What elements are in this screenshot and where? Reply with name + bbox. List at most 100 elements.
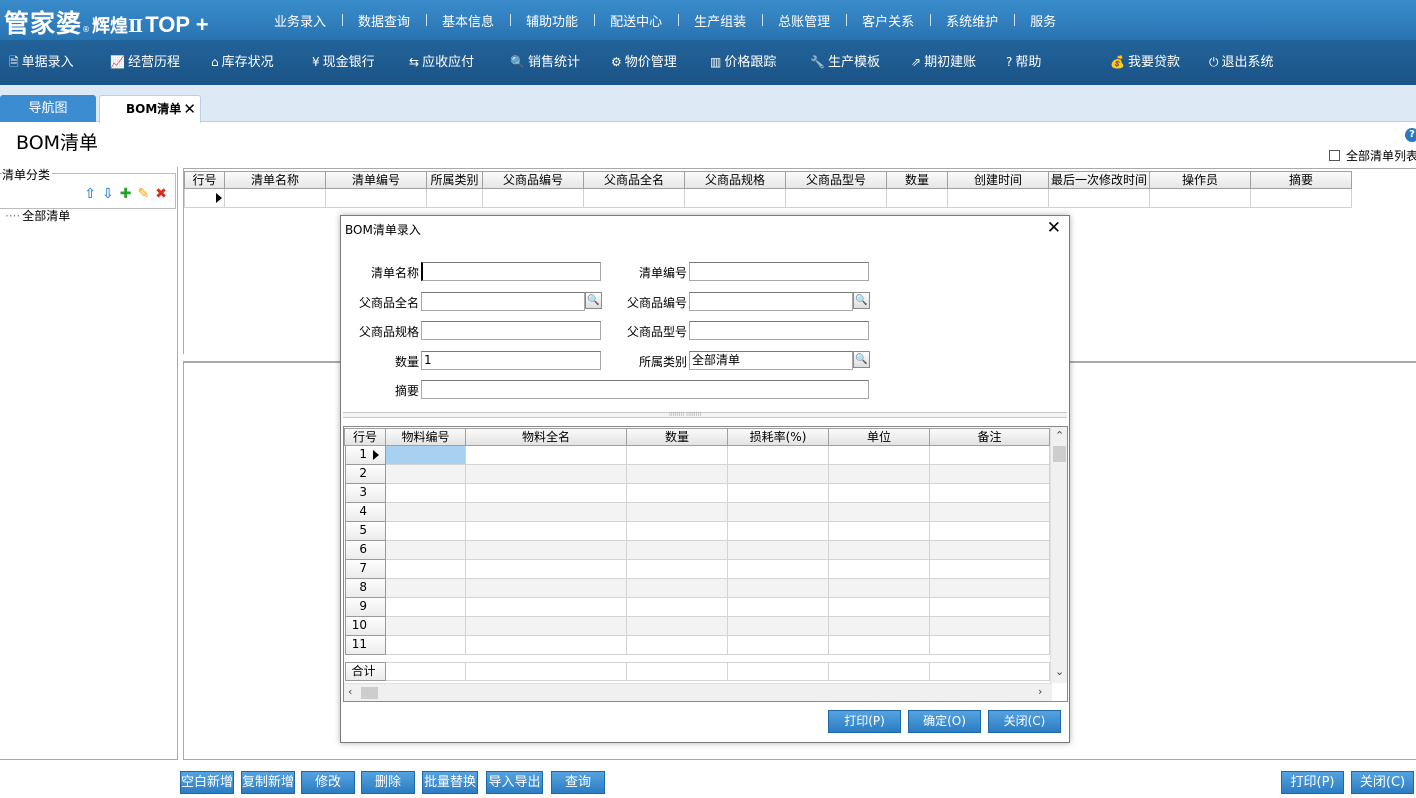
dialog-ok-button[interactable]: 确定(O) — [908, 710, 981, 733]
table-cell[interactable] — [930, 560, 1050, 579]
help-icon[interactable]: ? — [1405, 128, 1416, 142]
table-cell[interactable] — [1049, 189, 1150, 208]
category-search-icon[interactable]: 🔍 — [853, 351, 870, 368]
table-cell[interactable] — [386, 579, 466, 598]
parent-model-input[interactable] — [689, 321, 869, 340]
category-input[interactable]: 全部清单 — [689, 351, 853, 370]
table-cell[interactable] — [225, 189, 326, 208]
table-cell[interactable] — [930, 598, 1050, 617]
top-menu-item-business-entry[interactable]: 业务录入 — [258, 11, 342, 30]
table-cell[interactable] — [627, 465, 728, 484]
close-button[interactable]: 关闭(C) — [1351, 771, 1414, 794]
table-row[interactable]: 10 — [344, 617, 1050, 636]
top-menu-item-system[interactable]: 系统维护 — [930, 11, 1014, 30]
table-cell[interactable] — [466, 465, 627, 484]
table-cell[interactable] — [728, 636, 829, 655]
table-cell[interactable] — [829, 579, 930, 598]
table-cell[interactable] — [627, 598, 728, 617]
table-cell[interactable] — [930, 617, 1050, 636]
col-row-no[interactable]: 行号 — [184, 171, 225, 189]
toolbar-cash-bank[interactable]: ¥ 现金银行 — [312, 40, 375, 85]
col-list-name[interactable]: 清单名称 — [225, 171, 326, 189]
close-tab-icon[interactable]: ✕ — [183, 96, 196, 122]
table-cell[interactable] — [386, 522, 466, 541]
table-cell[interactable] — [728, 503, 829, 522]
table-cell[interactable] — [386, 503, 466, 522]
table-cell[interactable] — [930, 446, 1050, 465]
toolbar-help[interactable]: ? 帮助 — [1006, 40, 1041, 85]
toolbar-price-mgmt[interactable]: ⚙ 物价管理 — [611, 40, 677, 85]
toolbar-doc-entry[interactable]: 🗎 单据录入 — [9, 40, 74, 85]
top-menu-item-ledger[interactable]: 总账管理 — [762, 11, 846, 30]
table-cell[interactable] — [829, 636, 930, 655]
parent-code-search-icon[interactable]: 🔍 — [853, 292, 870, 309]
scroll-thumb[interactable] — [361, 687, 378, 699]
col-parent-name[interactable]: 父商品全名 — [584, 171, 685, 189]
table-cell[interactable] — [728, 446, 829, 465]
col-material-code[interactable]: 物料编号 — [386, 428, 466, 446]
table-cell[interactable] — [930, 541, 1050, 560]
table-cell[interactable] — [930, 465, 1050, 484]
top-menu-item-aux[interactable]: 辅助功能 — [510, 11, 594, 30]
table-cell[interactable] — [386, 617, 466, 636]
quantity-input[interactable]: 1 — [421, 351, 601, 370]
table-cell[interactable] — [728, 541, 829, 560]
table-row[interactable]: 2 — [344, 465, 1050, 484]
table-cell[interactable] — [829, 522, 930, 541]
scroll-up-icon[interactable]: ⌃ — [1055, 429, 1064, 442]
query-button[interactable]: 查询 — [551, 771, 605, 794]
copy-new-button[interactable]: 复制新增 — [241, 771, 295, 794]
delete-icon[interactable]: ✖ — [155, 186, 167, 202]
toolbar-price-track[interactable]: ▥ 价格跟踪 — [710, 40, 776, 85]
table-row[interactable]: 11 — [344, 636, 1050, 655]
table-cell[interactable] — [627, 579, 728, 598]
batch-replace-button[interactable]: 批量替换 — [422, 771, 478, 794]
toolbar-production-template[interactable]: 🔧 生产模板 — [810, 40, 880, 85]
col-list-code[interactable]: 清单编号 — [326, 171, 427, 189]
move-up-icon[interactable]: ⇧ — [84, 186, 96, 202]
table-row[interactable] — [184, 189, 1352, 208]
table-row[interactable]: 1 — [344, 446, 1050, 465]
col-category[interactable]: 所属类别 — [427, 171, 483, 189]
col-material-name[interactable]: 物料全名 — [466, 428, 627, 446]
parent-name-search-icon[interactable]: 🔍 — [585, 292, 602, 309]
col-quantity[interactable]: 数量 — [627, 428, 728, 446]
col-parent-code[interactable]: 父商品编号 — [483, 171, 584, 189]
table-cell[interactable] — [930, 579, 1050, 598]
table-cell[interactable] — [948, 189, 1049, 208]
table-cell[interactable] — [386, 636, 466, 655]
table-cell[interactable] — [466, 617, 627, 636]
table-cell[interactable] — [466, 503, 627, 522]
table-row[interactable]: 9 — [344, 598, 1050, 617]
table-cell[interactable] — [685, 189, 786, 208]
table-cell[interactable] — [829, 560, 930, 579]
table-cell[interactable] — [326, 189, 427, 208]
parent-spec-input[interactable] — [421, 321, 601, 340]
scroll-right-icon[interactable]: › — [1038, 685, 1042, 698]
table-cell[interactable] — [728, 579, 829, 598]
col-parent-spec[interactable]: 父商品规格 — [685, 171, 786, 189]
table-cell[interactable] — [829, 465, 930, 484]
table-cell[interactable] — [829, 484, 930, 503]
table-cell[interactable] — [466, 522, 627, 541]
dialog-close-icon[interactable]: ✕ — [1047, 218, 1061, 238]
table-cell[interactable] — [627, 484, 728, 503]
table-cell[interactable] — [466, 598, 627, 617]
table-cell[interactable] — [466, 636, 627, 655]
tab-navigation[interactable]: 导航图 — [0, 95, 96, 122]
tab-bom-list[interactable]: BOM清单 ✕ — [99, 95, 201, 123]
col-summary[interactable]: 摘要 — [1251, 171, 1352, 189]
table-row[interactable]: 4 — [344, 503, 1050, 522]
table-cell[interactable] — [386, 560, 466, 579]
top-menu-item-data-query[interactable]: 数据查询 — [342, 11, 426, 30]
table-cell[interactable] — [386, 484, 466, 503]
checkbox-box[interactable] — [1329, 150, 1340, 161]
table-cell[interactable] — [466, 541, 627, 560]
col-remark[interactable]: 备注 — [930, 428, 1050, 446]
horizontal-scrollbar[interactable]: ‹ › — [344, 683, 1052, 701]
print-button[interactable]: 打印(P) — [1281, 771, 1344, 794]
table-cell[interactable] — [584, 189, 685, 208]
table-cell[interactable] — [386, 446, 466, 465]
list-name-input[interactable] — [421, 262, 601, 281]
table-cell[interactable] — [427, 189, 483, 208]
